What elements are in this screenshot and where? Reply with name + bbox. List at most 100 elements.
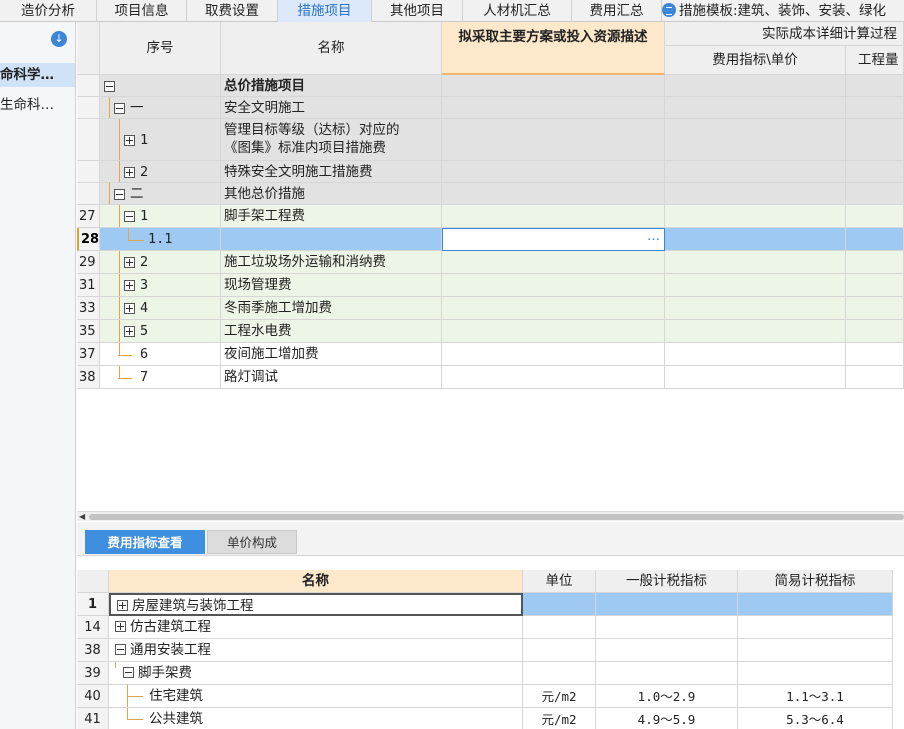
header-cost-index[interactable]: 费用指标\单价 — [665, 46, 846, 75]
name-cell[interactable]: 管理目标等级（达标）对应的 《图集》标准内项目措施费 — [221, 119, 442, 161]
quantity-cell[interactable] — [846, 274, 904, 297]
name-cell[interactable]: 其他总价措施 — [221, 183, 442, 205]
description-cell[interactable] — [442, 297, 665, 320]
cost-index-cell[interactable] — [665, 297, 846, 320]
tab-other-items[interactable]: 其他项目 — [372, 0, 463, 22]
cost-index-cell[interactable] — [665, 97, 846, 119]
expand-icon[interactable] — [124, 134, 135, 146]
quantity-cell[interactable] — [846, 228, 904, 251]
measure-template-selector[interactable]: 措施模板:建筑、装饰、安装、绿化 — [662, 0, 886, 22]
cost-index-cell[interactable] — [665, 228, 846, 251]
bottom-name-cell[interactable]: 通用安装工程 — [109, 639, 523, 662]
quantity-cell[interactable] — [846, 119, 904, 161]
seq-cell[interactable]: 7 — [100, 366, 221, 389]
seq-cell[interactable]: 2 — [100, 251, 221, 274]
quantity-cell[interactable] — [846, 183, 904, 205]
header-seq[interactable]: 序号 — [100, 22, 221, 75]
description-cell[interactable] — [442, 274, 665, 297]
name-cell[interactable]: 现场管理费 — [221, 274, 442, 297]
horizontal-scrollbar[interactable]: ◀ — [77, 511, 904, 521]
collapse-icon[interactable] — [104, 80, 115, 92]
expand-icon[interactable] — [124, 257, 135, 268]
description-cell[interactable] — [442, 75, 665, 97]
collapse-icon[interactable] — [115, 644, 126, 655]
ellipsis-button[interactable]: ··· — [647, 232, 660, 248]
description-cell[interactable] — [442, 320, 665, 343]
bottom-header-unit[interactable]: 单位 — [523, 570, 596, 593]
seq-cell[interactable]: 2 — [100, 161, 221, 183]
name-cell[interactable]: 特殊安全文明施工措施费 — [221, 161, 442, 183]
quantity-cell[interactable] — [846, 366, 904, 389]
cost-index-cell[interactable] — [665, 251, 846, 274]
description-cell[interactable] — [442, 343, 665, 366]
description-cell[interactable] — [442, 183, 665, 205]
cost-index-cell[interactable] — [665, 274, 846, 297]
header-quantity[interactable]: 工程量 — [846, 46, 904, 75]
tab-measures[interactable]: 措施项目 — [278, 0, 372, 22]
tab-cost-index-view[interactable]: 费用指标查看 — [85, 530, 205, 554]
description-cell[interactable] — [442, 366, 665, 389]
quantity-cell[interactable] — [846, 97, 904, 119]
cost-index-cell[interactable] — [665, 205, 846, 228]
seq-cell[interactable]: 1 — [100, 119, 221, 161]
expand-icon[interactable] — [124, 280, 135, 291]
tab-cost-analysis[interactable]: 造价分析 — [0, 0, 97, 22]
seq-cell[interactable]: 5 — [100, 320, 221, 343]
description-cell[interactable] — [442, 161, 665, 183]
tab-project-info[interactable]: 项目信息 — [97, 0, 187, 22]
header-description[interactable]: 拟采取主要方案或投入资源描述 — [442, 22, 665, 75]
bottom-header-simple-tax[interactable]: 简易计税指标 — [738, 570, 893, 593]
name-cell[interactable]: 冬雨季施工增加费 — [221, 297, 442, 320]
cost-index-cell[interactable] — [665, 320, 846, 343]
seq-cell[interactable]: 1 — [100, 205, 221, 228]
tab-labor-material[interactable]: 人材机汇总 — [463, 0, 572, 22]
tab-fee-summary[interactable]: 费用汇总 — [572, 0, 662, 22]
tab-unit-price-composition[interactable]: 单价构成 — [207, 530, 297, 554]
tab-fee-settings[interactable]: 取费设置 — [187, 0, 278, 22]
scrollbar-thumb[interactable] — [89, 514, 904, 520]
expand-icon[interactable] — [124, 326, 135, 337]
description-cell[interactable] — [442, 97, 665, 119]
quantity-cell[interactable] — [846, 343, 904, 366]
collapse-icon[interactable] — [114, 102, 125, 114]
name-cell[interactable]: 施工垃圾场外运输和消纳费 — [221, 251, 442, 274]
expand-icon[interactable] — [124, 303, 135, 314]
description-cell[interactable] — [442, 119, 665, 161]
tree-node-project[interactable]: 命科学… — [0, 63, 75, 87]
collapse-icon[interactable] — [124, 211, 135, 222]
name-cell[interactable]: 夜间施工增加费 — [221, 343, 442, 366]
quantity-cell[interactable] — [846, 320, 904, 343]
seq-cell[interactable]: 二 — [100, 183, 221, 205]
cost-index-cell[interactable] — [665, 161, 846, 183]
expand-icon[interactable] — [124, 166, 135, 178]
seq-cell[interactable]: 一 — [100, 97, 221, 119]
bottom-name-cell[interactable]: 住宅建筑 — [109, 685, 523, 708]
description-cell[interactable] — [442, 205, 665, 228]
cost-index-cell[interactable] — [665, 119, 846, 161]
name-cell[interactable]: 脚手架工程费 — [221, 205, 442, 228]
cost-index-cell[interactable] — [665, 343, 846, 366]
bottom-name-cell[interactable]: 公共建筑 — [109, 708, 523, 729]
name-cell[interactable]: 安全文明施工 — [221, 97, 442, 119]
collapse-down-icon[interactable]: ↓ — [51, 31, 67, 47]
quantity-cell[interactable] — [846, 251, 904, 274]
expand-icon[interactable] — [115, 621, 126, 632]
seq-cell[interactable] — [100, 75, 221, 97]
scroll-left-icon[interactable]: ◀ — [79, 512, 85, 521]
collapse-icon[interactable] — [114, 188, 125, 200]
name-cell[interactable]: 路灯调试 — [221, 366, 442, 389]
seq-cell[interactable]: 4 — [100, 297, 221, 320]
collapse-icon[interactable] — [123, 667, 134, 678]
tree-node-subproject[interactable]: 生命科… — [0, 93, 75, 117]
seq-cell[interactable]: 1.1 — [100, 228, 221, 251]
name-cell[interactable]: 总价措施项目 — [221, 75, 442, 97]
description-edit-field[interactable]: ··· — [442, 228, 665, 251]
bottom-header-general-tax[interactable]: 一般计税指标 — [596, 570, 738, 593]
cost-index-cell[interactable] — [665, 75, 846, 97]
quantity-cell[interactable] — [846, 297, 904, 320]
description-cell[interactable] — [442, 251, 665, 274]
bottom-name-cell[interactable]: 仿古建筑工程 — [109, 616, 523, 639]
name-cell[interactable]: 工程水电费 — [221, 320, 442, 343]
cost-index-cell[interactable] — [665, 183, 846, 205]
name-cell[interactable] — [221, 228, 442, 251]
